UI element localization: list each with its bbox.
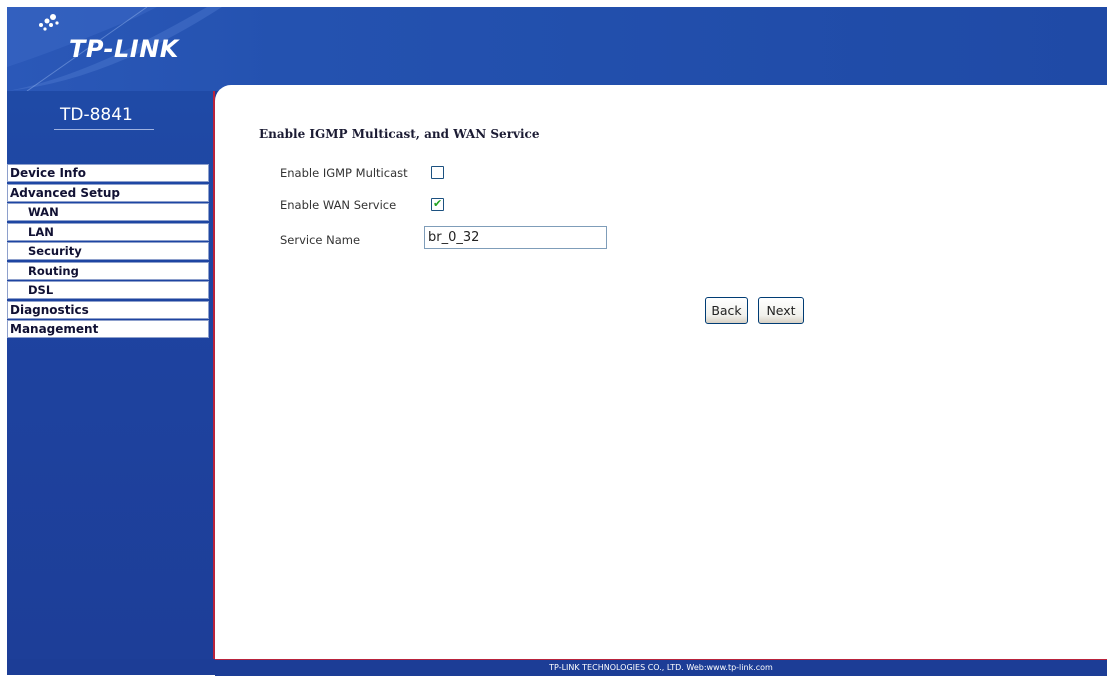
sidebar: TD-8841 Device Info Advanced Setup WAN L…: [7, 91, 215, 659]
sidebar-nav: Device Info Advanced Setup WAN LAN Secur…: [7, 164, 211, 340]
footer: TP-LINK TECHNOLOGIES CO., LTD. Web:www.t…: [215, 659, 1107, 676]
igmp-multicast-checkbox[interactable]: [431, 166, 444, 179]
back-button[interactable]: Back: [705, 297, 748, 324]
next-button[interactable]: Next: [758, 297, 804, 324]
wan-service-checkbox[interactable]: ✔: [431, 198, 444, 211]
model-name: TD-8841: [60, 105, 133, 125]
nav-item-management[interactable]: Management: [7, 320, 209, 338]
top-banner: TP-LINK: [7, 7, 1107, 91]
checkmark-icon: ✔: [433, 197, 443, 210]
footer-left-strip: [7, 659, 215, 675]
wan-service-label: Enable WAN Service: [280, 198, 397, 212]
main-content: Enable IGMP Multicast, and WAN Service E…: [215, 85, 1107, 659]
service-name-label: Service Name: [280, 233, 361, 247]
nav-item-routing[interactable]: Routing: [7, 261, 209, 280]
nav-item-security[interactable]: Security: [7, 242, 209, 260]
nav-item-dsl[interactable]: DSL: [7, 281, 209, 299]
tp-link-logo-icon: [39, 14, 59, 31]
tp-link-logo-text: TP-LINK: [69, 35, 179, 63]
page-title: Enable IGMP Multicast, and WAN Service: [259, 127, 540, 141]
nav-item-device-info[interactable]: Device Info: [7, 164, 209, 182]
nav-item-wan[interactable]: WAN: [7, 203, 209, 221]
model-underline-divider: [54, 129, 154, 130]
router-admin-frame: TP-LINK TD-8841 Device Info Advanced Set…: [7, 7, 1107, 676]
igmp-multicast-label: Enable IGMP Multicast: [280, 166, 408, 180]
nav-item-advanced-setup[interactable]: Advanced Setup: [7, 183, 209, 202]
service-name-input[interactable]: br_0_32: [424, 226, 607, 249]
nav-item-diagnostics[interactable]: Diagnostics: [7, 300, 209, 319]
nav-item-lan[interactable]: LAN: [7, 222, 209, 241]
